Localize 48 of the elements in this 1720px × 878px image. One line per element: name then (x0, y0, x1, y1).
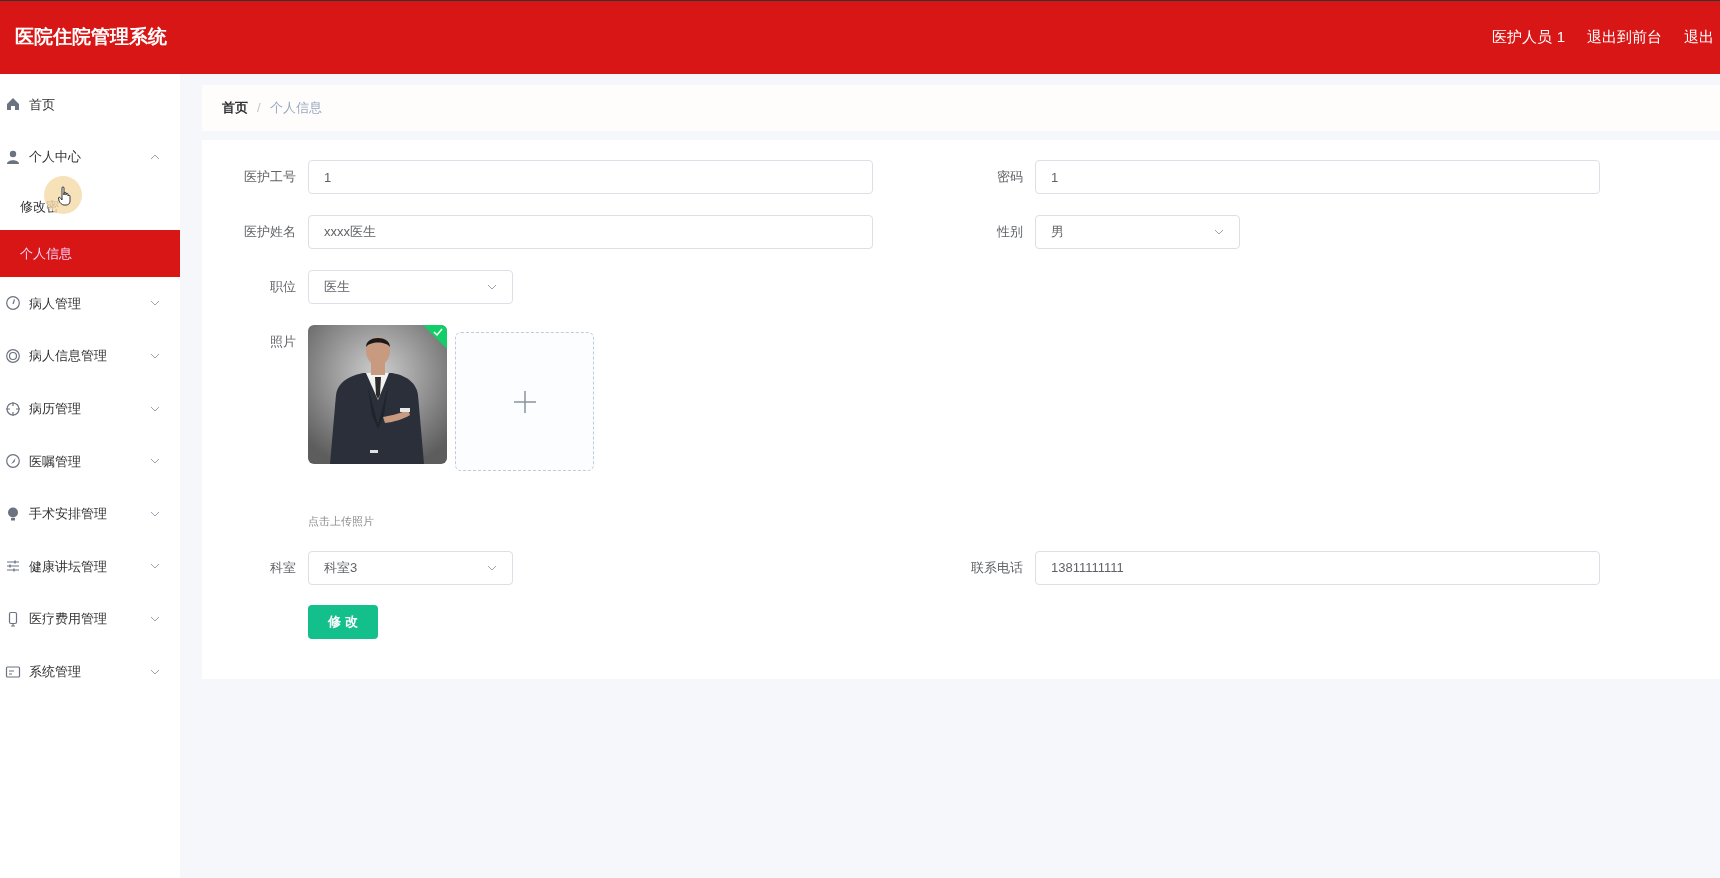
field-label: 照片 (269, 333, 297, 351)
compass-icon (5, 453, 21, 470)
input-field[interactable]: 1 (308, 160, 873, 194)
upload-hint: 点击上传照片 (308, 514, 375, 529)
menu-item[interactable]: 系统管理 (0, 645, 180, 698)
menu-item[interactable]: 医嘱管理 (0, 434, 180, 488)
breadcrumb-link[interactable]: 首页 (222, 98, 248, 118)
user-icon (5, 148, 21, 165)
menu-item[interactable]: 病人管理 (0, 277, 180, 330)
field-label: 医护工号 (243, 168, 297, 186)
bulb-icon (5, 505, 21, 522)
menu-item[interactable]: 健康讲坛管理 (0, 540, 180, 593)
breadcrumb-separator: / (257, 99, 261, 118)
menu-item[interactable]: 首页 (0, 78, 180, 131)
field-label: 性别 (996, 223, 1024, 241)
field-label: 医护姓名 (243, 223, 297, 241)
field-label: 联系电话 (970, 558, 1024, 577)
ring-icon (5, 348, 21, 365)
menu-item[interactable]: 病历管理 (0, 382, 180, 435)
header-link[interactable]: 退出 (1684, 26, 1714, 49)
field-label: 科室 (269, 558, 297, 577)
card-icon (5, 663, 21, 680)
hand-cursor-icon (58, 186, 72, 206)
gauge-icon (5, 295, 21, 312)
input-field[interactable]: 13811111111 (1035, 550, 1600, 585)
select-field[interactable]: 男 (1035, 215, 1240, 249)
header-link[interactable]: 退出到前台 (1587, 26, 1662, 49)
header-link[interactable]: 医护人员 1 (1492, 26, 1565, 49)
select-field[interactable]: 医生 (308, 270, 513, 304)
chevron-down-icon (487, 284, 497, 290)
select-field[interactable]: 科室3 (308, 550, 513, 585)
menu-item[interactable]: 手术安排管理 (0, 487, 180, 541)
crosshair-icon (5, 400, 21, 417)
input-field[interactable]: xxxx医生 (308, 215, 873, 249)
app-title: 医院住院管理系统 (15, 25, 167, 50)
submenu-item[interactable]: 个人信息 (0, 230, 180, 278)
home-icon (5, 96, 21, 113)
chevron-down-icon (487, 564, 497, 571)
chevron-down-icon (1214, 229, 1224, 235)
menu-item[interactable]: 病人信息管理 (0, 329, 180, 383)
menu-item[interactable]: 个人中心 (0, 130, 180, 184)
field-label: 密码 (996, 168, 1024, 186)
field-label: 职位 (269, 278, 297, 296)
plus-icon (512, 389, 537, 414)
upload-button[interactable] (455, 332, 594, 471)
sliders-icon (5, 558, 21, 575)
menu-item[interactable]: 医疗费用管理 (0, 592, 180, 646)
input-field[interactable]: 1 (1035, 160, 1600, 194)
